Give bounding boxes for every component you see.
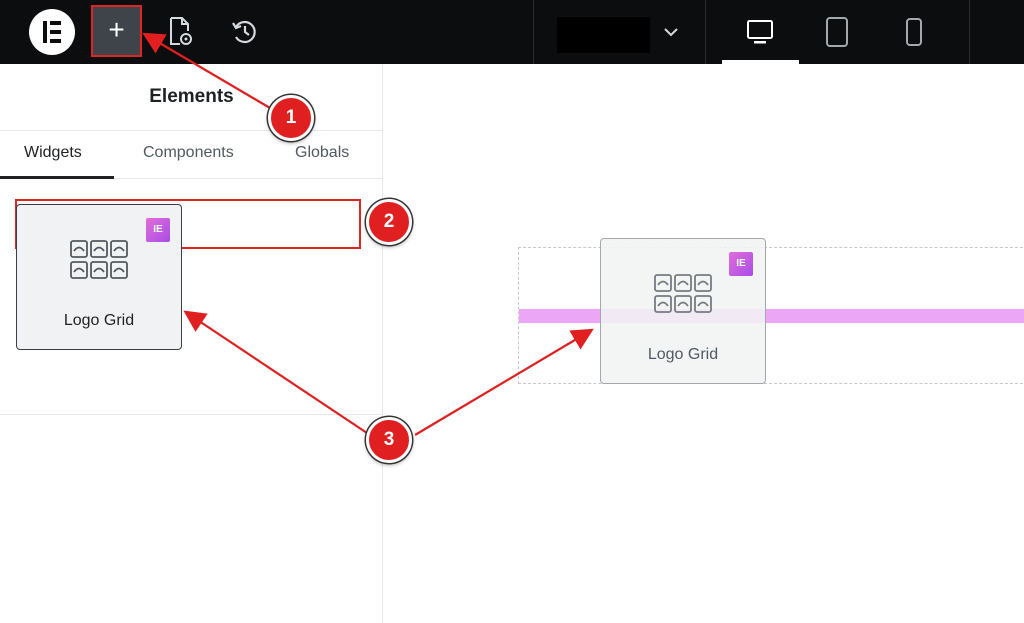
top-bar: + [0,0,1024,64]
dragged-widget-preview[interactable]: IE Logo Grid [600,238,766,384]
widget-logo-grid[interactable]: IE Logo Grid [16,204,182,350]
tab-components[interactable]: Components [143,144,234,162]
drop-indicator [519,309,1024,323]
pro-badge-icon: IE [146,218,170,242]
annotation-marker-1: 1 [268,95,314,141]
active-tab-indicator [0,176,114,179]
separator [705,0,706,64]
annotation-marker-3: 3 [366,417,412,463]
widget-label: Logo Grid [63,312,135,329]
tab-globals[interactable]: Globals [295,144,349,162]
pro-badge-icon: IE [729,252,753,276]
separator [533,0,534,64]
divider [0,130,382,131]
logo-grid-icon [70,240,128,279]
document-title-box[interactable] [557,17,650,53]
tablet-icon[interactable] [825,16,849,48]
tab-widgets[interactable]: Widgets [24,144,82,162]
plus-icon: + [108,14,125,45]
elementor-logo-icon[interactable] [29,9,75,55]
history-icon[interactable] [229,14,259,50]
logo-grid-icon [654,274,712,313]
page-settings-icon[interactable] [165,14,195,50]
add-element-button[interactable]: + [91,5,142,57]
mobile-icon[interactable] [904,17,924,47]
desktop-icon[interactable] [745,18,775,46]
annotation-marker-2: 2 [366,199,412,245]
divider [0,414,382,415]
chevron-down-icon[interactable] [662,24,680,40]
widget-label: Logo Grid [647,346,719,363]
separator [969,0,970,64]
panel-title: Elements [149,86,234,107]
